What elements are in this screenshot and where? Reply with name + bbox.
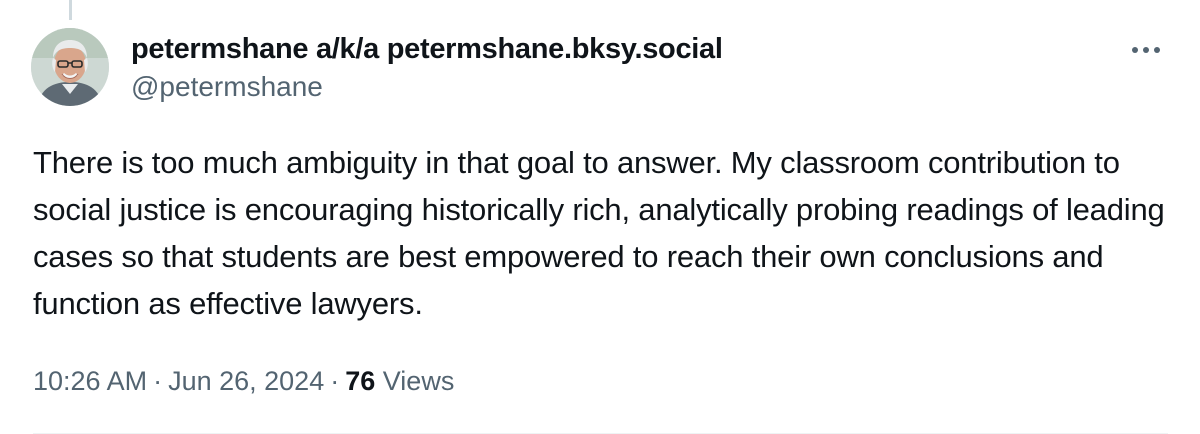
tweet-timestamp[interactable]: 10:26 AM · Jun 26, 2024 xyxy=(33,366,324,396)
display-name[interactable]: petermshane a/k/a petermshane.bksy.socia… xyxy=(131,31,723,67)
meta-separator: · xyxy=(153,366,163,396)
views-label: Views xyxy=(382,366,455,396)
tweet-date: Jun 26, 2024 xyxy=(168,366,325,396)
user-handle[interactable]: @petermshane xyxy=(131,69,723,105)
meta-separator: · xyxy=(330,366,340,396)
avatar[interactable] xyxy=(31,28,109,106)
tweet-text: There is too much ambiguity in that goal… xyxy=(33,145,1165,321)
views-link[interactable]: 76 Views xyxy=(345,366,454,396)
more-horizontal-icon xyxy=(1132,47,1160,53)
views-count: 76 xyxy=(345,366,376,396)
more-options-button[interactable] xyxy=(1124,34,1168,66)
thread-connector-line xyxy=(69,0,72,20)
author-block: petermshane a/k/a petermshane.bksy.socia… xyxy=(131,31,723,105)
tweet-metadata: 10:26 AM · Jun 26, 2024 · 76 Views xyxy=(33,363,454,399)
tweet-card: petermshane a/k/a petermshane.bksy.socia… xyxy=(0,0,1200,434)
avatar-photo-icon xyxy=(31,28,109,106)
tweet-time: 10:26 AM xyxy=(33,366,148,396)
